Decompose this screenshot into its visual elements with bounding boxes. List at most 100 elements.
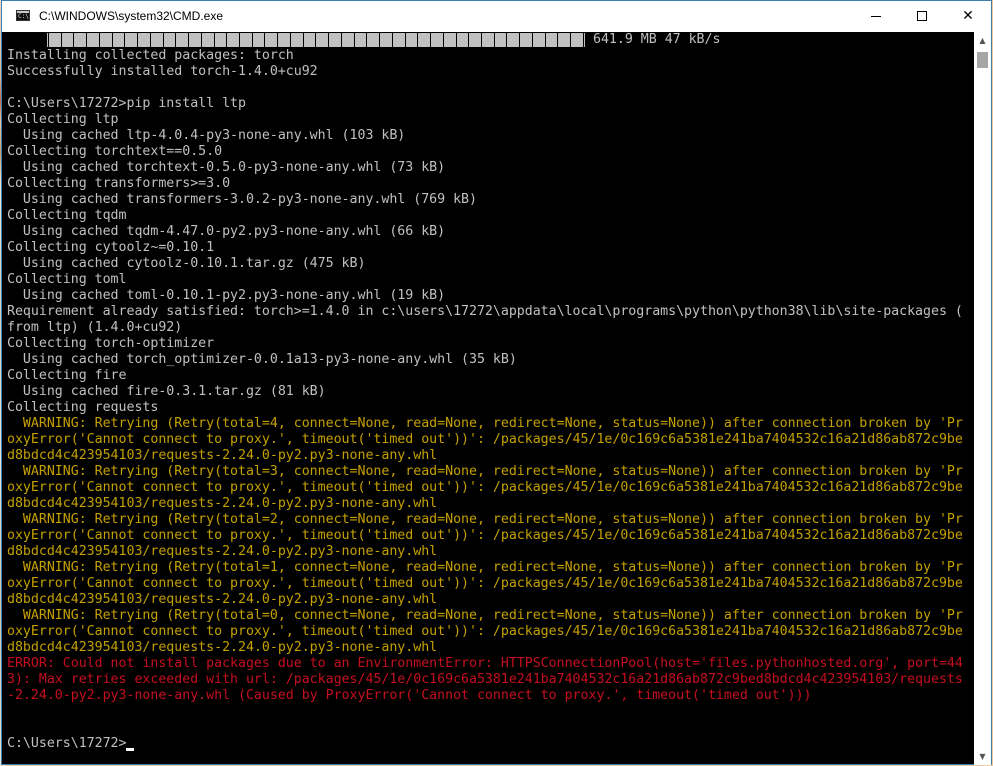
progress-segment — [252, 33, 265, 47]
console-output[interactable]: 641.9 MB 47 kB/s Installing collected pa… — [7, 32, 970, 761]
warning-line: d8bdcd4c423954103/requests-2.24.0-py2.py… — [7, 448, 438, 463]
download-progress-bar — [47, 33, 585, 47]
progress-segment — [265, 33, 278, 47]
download-progress-line: 641.9 MB 47 kB/s — [7, 32, 970, 48]
progress-segment — [431, 33, 443, 47]
console-lines: Installing collected packages: torch Succ… — [7, 48, 970, 736]
warning-line: oxyError('Cannot connect to proxy.', tim… — [7, 432, 963, 447]
progress-segment — [290, 33, 303, 47]
progress-segment — [443, 33, 456, 47]
download-progress-text: 641.9 MB 47 kB/s — [593, 32, 721, 47]
progress-segment — [214, 33, 227, 47]
progress-segment — [571, 33, 583, 47]
progress-segment — [558, 33, 571, 47]
output-line: Collecting ltp — [7, 112, 119, 127]
vertical-scrollbar[interactable]: ▲ ▼ — [974, 32, 991, 765]
output-line: Using cached toml-0.10.1-py2.py3-none-an… — [7, 288, 446, 303]
scroll-up-button[interactable]: ▲ — [974, 32, 991, 49]
output-line: Collecting cytoolz~=0.10.1 — [7, 240, 215, 255]
output-line: C:\Users\17272>pip install ltp — [7, 96, 246, 111]
maximize-button[interactable] — [899, 1, 945, 32]
warning-line: d8bdcd4c423954103/requests-2.24.0-py2.py… — [7, 592, 438, 607]
progress-segment — [367, 33, 380, 47]
progress-segment — [201, 33, 214, 47]
progress-segment — [278, 33, 290, 47]
cmd-window[interactable]: C:\ C:\WINDOWS\system32\CMD.exe ✕ 641.9 … — [1, 0, 992, 765]
command-prompt: C:\Users\17272> — [7, 736, 127, 751]
output-line: Collecting torch-optimizer — [7, 336, 215, 351]
warning-line: WARNING: Retrying (Retry(total=0, connec… — [7, 608, 963, 623]
output-line: Collecting toml — [7, 272, 127, 287]
progress-segment — [112, 33, 125, 47]
warning-line: WARNING: Retrying (Retry(total=4, connec… — [7, 416, 963, 431]
output-line: Collecting torchtext==0.5.0 — [7, 144, 223, 159]
progress-segment — [303, 33, 316, 47]
progress-segment — [163, 33, 176, 47]
output-line: Using cached torch_optimizer-0.0.1a13-py… — [7, 352, 517, 367]
warning-line: oxyError('Cannot connect to proxy.', tim… — [7, 624, 963, 639]
progress-segment — [61, 33, 74, 47]
progress-segment — [125, 33, 138, 47]
output-line: from ltp) (1.4.0+cu92) — [7, 320, 183, 335]
warning-line: oxyError('Cannot connect to proxy.', tim… — [7, 528, 963, 543]
progress-segment — [316, 33, 329, 47]
warning-line: WARNING: Retrying (Retry(total=2, connec… — [7, 512, 963, 527]
close-icon: ✕ — [962, 8, 974, 24]
output-line: Using cached fire-0.3.1.tar.gz (81 kB) — [7, 384, 326, 399]
output-line: Collecting tqdm — [7, 208, 127, 223]
close-button[interactable]: ✕ — [945, 1, 991, 32]
progress-segment — [189, 33, 201, 47]
output-line: Using cached transformers-3.0.2-py3-none… — [7, 192, 477, 207]
progress-segment — [507, 33, 520, 47]
output-line: Successfully installed torch-1.4.0+cu92 — [7, 64, 318, 79]
progress-segment — [418, 33, 431, 47]
progress-segment — [240, 33, 252, 47]
command-prompt-line[interactable]: C:\Users\17272> — [7, 736, 970, 752]
output-line: Collecting transformers>=3.0 — [7, 176, 231, 191]
progress-segment — [49, 33, 61, 47]
scroll-down-button[interactable]: ▼ — [974, 748, 991, 765]
maximize-icon — [917, 11, 927, 21]
output-line: Collecting requests — [7, 400, 159, 415]
warning-line: d8bdcd4c423954103/requests-2.24.0-py2.py… — [7, 544, 438, 559]
minimize-button[interactable] — [853, 1, 899, 32]
progress-segment — [520, 33, 532, 47]
error-line: 3): Max retries exceeded with url: /pack… — [7, 672, 963, 687]
cmd-app-icon[interactable]: C:\ — [16, 10, 30, 21]
warning-line: d8bdcd4c423954103/requests-2.24.0-py2.py… — [7, 496, 438, 511]
scroll-up-icon: ▲ — [979, 36, 986, 45]
progress-segment — [545, 33, 558, 47]
error-line: -2.24.0-py2.py3-none-any.whl (Caused by … — [7, 688, 812, 703]
progress-segment — [456, 33, 469, 47]
progress-segment — [380, 33, 392, 47]
progress-segment — [227, 33, 240, 47]
progress-segment — [138, 33, 150, 47]
progress-segment — [329, 33, 341, 47]
progress-segment — [469, 33, 481, 47]
error-line: ERROR: Could not install packages due to… — [7, 656, 963, 671]
output-line: Using cached cytoolz-0.10.1.tar.gz (475 … — [7, 256, 366, 271]
cmd-app-icon-label: C:\ — [18, 13, 29, 20]
output-line: Collecting fire — [7, 368, 127, 383]
title-bar[interactable]: C:\ C:\WINDOWS\system32\CMD.exe ✕ — [2, 1, 991, 32]
warning-line: d8bdcd4c423954103/requests-2.24.0-py2.py… — [7, 640, 438, 655]
progress-segment — [494, 33, 507, 47]
progress-segment — [392, 33, 405, 47]
output-line: Using cached tqdm-4.47.0-py2.py3-none-an… — [7, 224, 446, 239]
scroll-down-icon: ▼ — [979, 752, 986, 761]
progress-segment — [481, 33, 494, 47]
progress-segment — [405, 33, 418, 47]
text-cursor — [126, 748, 135, 751]
output-line: Installing collected packages: torch — [7, 48, 294, 63]
output-line: Using cached torchtext-0.5.0-py3-none-an… — [7, 160, 446, 175]
scrollbar-thumb[interactable] — [977, 52, 988, 68]
warning-line: WARNING: Retrying (Retry(total=1, connec… — [7, 560, 963, 575]
progress-segment — [341, 33, 354, 47]
window-title: C:\WINDOWS\system32\CMD.exe — [39, 9, 224, 23]
progress-segment — [176, 33, 189, 47]
output-line: Requirement already satisfied: torch>=1.… — [7, 304, 963, 319]
progress-segment — [150, 33, 163, 47]
